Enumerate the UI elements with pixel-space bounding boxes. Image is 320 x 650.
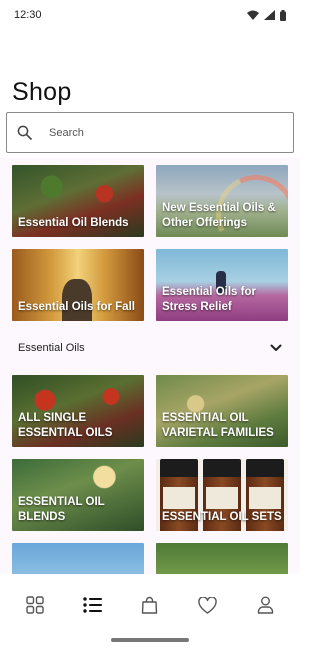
bottom-navigation (0, 585, 300, 625)
nav-shop-button[interactable] (72, 587, 112, 623)
tile-label: ESSENTIAL OIL VARIETAL FAMILIES (162, 412, 274, 439)
search-bar[interactable] (6, 112, 294, 153)
heart-icon (198, 596, 217, 614)
section-label: Essential Oils (18, 342, 85, 354)
tile-essential-oils-for-stress-relief[interactable]: Essential Oils for Stress Relief (156, 249, 288, 321)
nav-home-button[interactable] (15, 587, 55, 623)
tile-label: Essential Oils for Fall (18, 301, 135, 313)
status-icons (247, 9, 286, 21)
shopping-bag-icon (142, 596, 158, 614)
tile-new-essential-oils[interactable]: New Essential Oils & Other Offerings (156, 165, 288, 237)
tile-label: Essential Oil Blends (18, 217, 129, 229)
tile-label: New Essential Oils & Other Offerings (162, 202, 276, 229)
tile-label: ESSENTIAL OIL SETS (162, 511, 282, 523)
wifi-icon (247, 10, 259, 20)
tile-essential-oil-blends[interactable]: Essential Oil Blends (12, 165, 144, 237)
page-title: Shop (12, 78, 72, 106)
tile-label: ALL SINGLE ESSENTIAL OILS (18, 412, 113, 439)
list-icon (83, 597, 102, 613)
nav-favorites-button[interactable] (188, 587, 228, 623)
status-bar: 12:30 (0, 0, 300, 30)
search-input[interactable] (49, 126, 269, 139)
tile-essential-oil-varietal-families[interactable]: ESSENTIAL OIL VARIETAL FAMILIES (156, 375, 288, 447)
tile-label: Essential Oils for Stress Relief (162, 286, 256, 313)
section-dropdown-essential-oils[interactable]: Essential Oils (0, 330, 300, 366)
tile-essential-oils-for-fall[interactable]: Essential Oils for Fall (12, 249, 144, 321)
home-indicator[interactable] (111, 638, 189, 642)
signal-icon (264, 10, 275, 20)
tile-partial-right[interactable] (156, 543, 288, 574)
tile-all-single-essential-oils[interactable]: ALL SINGLE ESSENTIAL OILS (12, 375, 144, 447)
chevron-down-icon (270, 344, 282, 351)
tile-partial-left[interactable] (12, 543, 144, 574)
battery-icon (280, 9, 286, 21)
search-icon (17, 125, 32, 140)
profile-icon (257, 596, 273, 614)
tile-essential-oil-sets[interactable]: ESSENTIAL OIL SETS (156, 459, 288, 531)
nav-cart-button[interactable] (130, 587, 170, 623)
tile-label: ESSENTIAL OIL BLENDS (18, 496, 105, 523)
grid-icon (26, 596, 44, 614)
nav-profile-button[interactable] (245, 587, 285, 623)
status-time: 12:30 (14, 9, 42, 21)
tile-essential-oil-blends-category[interactable]: ESSENTIAL OIL BLENDS (12, 459, 144, 531)
shop-content[interactable]: Essential Oil Blends New Essential Oils … (0, 158, 300, 574)
